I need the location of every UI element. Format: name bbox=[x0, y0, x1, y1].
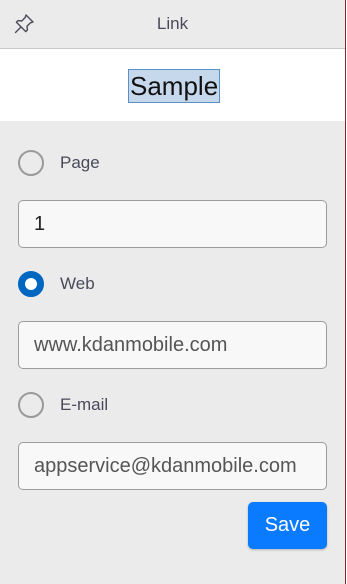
page-radio[interactable] bbox=[18, 150, 44, 176]
web-radio[interactable] bbox=[18, 271, 44, 297]
email-radio[interactable] bbox=[18, 392, 44, 418]
panel-header: Link bbox=[0, 0, 345, 49]
email-radio-label: E-mail bbox=[60, 395, 109, 414]
radio-option-email[interactable]: E-mail bbox=[18, 390, 108, 420]
window-edge-line bbox=[345, 0, 346, 584]
page-radio-label: Page bbox=[60, 153, 100, 172]
page-number-input[interactable] bbox=[18, 200, 327, 248]
save-button[interactable]: Save bbox=[248, 502, 327, 549]
web-url-input[interactable] bbox=[18, 321, 327, 369]
web-radio-label: Web bbox=[60, 274, 95, 293]
link-preview: Sample bbox=[0, 49, 345, 121]
panel-title: Link bbox=[156, 14, 189, 33]
sample-text[interactable]: Sample bbox=[128, 69, 221, 103]
link-panel: Link Sample Page Web E-mail Save bbox=[0, 0, 347, 584]
radio-option-page[interactable]: Page bbox=[18, 148, 100, 178]
radio-option-web[interactable]: Web bbox=[18, 269, 95, 299]
email-input[interactable] bbox=[18, 442, 327, 490]
